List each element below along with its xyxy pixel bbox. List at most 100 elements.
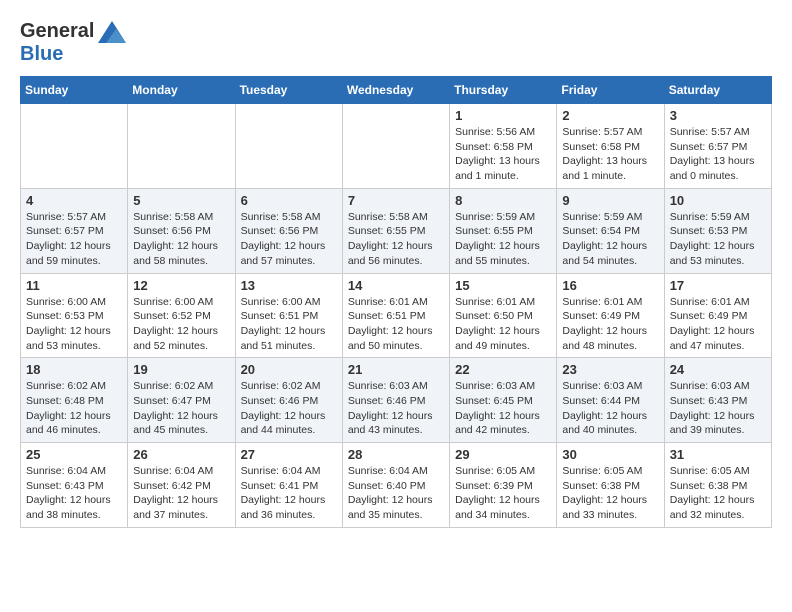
day-number: 28 — [348, 447, 444, 462]
day-number: 2 — [562, 108, 658, 123]
day-info: Sunrise: 5:57 AM Sunset: 6:58 PM Dayligh… — [562, 125, 658, 184]
calendar-header-row: SundayMondayTuesdayWednesdayThursdayFrid… — [21, 77, 772, 104]
calendar-cell: 18 Sunrise: 6:02 AM Sunset: 6:48 PM Dayli… — [21, 358, 128, 443]
calendar-cell: 13 Sunrise: 6:00 AM Sunset: 6:51 PM Dayli… — [235, 273, 342, 358]
calendar-week-row: 11 Sunrise: 6:00 AM Sunset: 6:53 PM Dayli… — [21, 273, 772, 358]
calendar-cell: 8 Sunrise: 5:59 AM Sunset: 6:55 PM Daylig… — [450, 188, 557, 273]
day-info: Sunrise: 6:04 AM Sunset: 6:40 PM Dayligh… — [348, 464, 444, 523]
calendar-cell: 27 Sunrise: 6:04 AM Sunset: 6:41 PM Dayli… — [235, 443, 342, 528]
day-info: Sunrise: 6:02 AM Sunset: 6:47 PM Dayligh… — [133, 379, 229, 438]
day-info: Sunrise: 6:02 AM Sunset: 6:46 PM Dayligh… — [241, 379, 337, 438]
calendar-cell: 10 Sunrise: 5:59 AM Sunset: 6:53 PM Dayli… — [664, 188, 771, 273]
day-number: 8 — [455, 193, 551, 208]
calendar-cell: 21Sunrise: 6:03 AM Sunset: 6:46 PM Dayli… — [342, 358, 449, 443]
calendar-cell — [128, 104, 235, 189]
day-number: 29 — [455, 447, 551, 462]
day-number: 4 — [26, 193, 122, 208]
day-number: 18 — [26, 362, 122, 377]
calendar-cell: 4 Sunrise: 5:57 AM Sunset: 6:57 PM Daylig… — [21, 188, 128, 273]
logo-general-text: General — [20, 20, 94, 43]
day-info: Sunrise: 6:01 AM Sunset: 6:51 PM Dayligh… — [348, 295, 444, 354]
day-info: Sunrise: 5:56 AM Sunset: 6:58 PM Dayligh… — [455, 125, 551, 184]
calendar-cell: 9Sunrise: 5:59 AM Sunset: 6:54 PM Daylig… — [557, 188, 664, 273]
day-number: 6 — [241, 193, 337, 208]
day-info: Sunrise: 5:58 AM Sunset: 6:55 PM Dayligh… — [348, 210, 444, 269]
day-number: 24 — [670, 362, 766, 377]
day-number: 20 — [241, 362, 337, 377]
calendar-cell: 6 Sunrise: 5:58 AM Sunset: 6:56 PM Daylig… — [235, 188, 342, 273]
calendar-cell: 12Sunrise: 6:00 AM Sunset: 6:52 PM Dayli… — [128, 273, 235, 358]
day-number: 22 — [455, 362, 551, 377]
day-info: Sunrise: 6:02 AM Sunset: 6:48 PM Dayligh… — [26, 379, 122, 438]
calendar-week-row: 18 Sunrise: 6:02 AM Sunset: 6:48 PM Dayli… — [21, 358, 772, 443]
day-info: Sunrise: 6:04 AM Sunset: 6:42 PM Dayligh… — [133, 464, 229, 523]
calendar-week-row: 25 Sunrise: 6:04 AM Sunset: 6:43 PM Dayli… — [21, 443, 772, 528]
logo-blue-text: Blue — [20, 43, 63, 65]
calendar-cell: 26 Sunrise: 6:04 AM Sunset: 6:42 PM Dayli… — [128, 443, 235, 528]
day-number: 19 — [133, 362, 229, 377]
day-info: Sunrise: 5:57 AM Sunset: 6:57 PM Dayligh… — [670, 125, 766, 184]
day-number: 25 — [26, 447, 122, 462]
day-number: 1 — [455, 108, 551, 123]
calendar-cell: 25 Sunrise: 6:04 AM Sunset: 6:43 PM Dayli… — [21, 443, 128, 528]
day-info: Sunrise: 6:03 AM Sunset: 6:44 PM Dayligh… — [562, 379, 658, 438]
day-info: Sunrise: 5:59 AM Sunset: 6:54 PM Dayligh… — [562, 210, 658, 269]
calendar-cell: 30 Sunrise: 6:05 AM Sunset: 6:38 PM Dayli… — [557, 443, 664, 528]
day-info: Sunrise: 5:59 AM Sunset: 6:53 PM Dayligh… — [670, 210, 766, 269]
day-info: Sunrise: 6:05 AM Sunset: 6:38 PM Dayligh… — [562, 464, 658, 523]
day-number: 30 — [562, 447, 658, 462]
calendar-cell: 31Sunrise: 6:05 AM Sunset: 6:38 PM Dayli… — [664, 443, 771, 528]
day-info: Sunrise: 6:00 AM Sunset: 6:51 PM Dayligh… — [241, 295, 337, 354]
calendar-week-row: 1 Sunrise: 5:56 AM Sunset: 6:58 PM Daylig… — [21, 104, 772, 189]
day-number: 14 — [348, 278, 444, 293]
day-number: 26 — [133, 447, 229, 462]
day-number: 23 — [562, 362, 658, 377]
page-header: General Blue — [20, 20, 772, 66]
day-info: Sunrise: 5:59 AM Sunset: 6:55 PM Dayligh… — [455, 210, 551, 269]
day-info: Sunrise: 6:05 AM Sunset: 6:38 PM Dayligh… — [670, 464, 766, 523]
calendar-cell: 22Sunrise: 6:03 AM Sunset: 6:45 PM Dayli… — [450, 358, 557, 443]
calendar-cell: 16 Sunrise: 6:01 AM Sunset: 6:49 PM Dayli… — [557, 273, 664, 358]
day-number: 27 — [241, 447, 337, 462]
day-number: 16 — [562, 278, 658, 293]
day-info: Sunrise: 6:05 AM Sunset: 6:39 PM Dayligh… — [455, 464, 551, 523]
calendar-cell: 2 Sunrise: 5:57 AM Sunset: 6:58 PM Daylig… — [557, 104, 664, 189]
calendar-cell: 24 Sunrise: 6:03 AM Sunset: 6:43 PM Dayli… — [664, 358, 771, 443]
day-info: Sunrise: 5:58 AM Sunset: 6:56 PM Dayligh… — [241, 210, 337, 269]
day-of-week-header: Sunday — [21, 77, 128, 104]
day-info: Sunrise: 6:03 AM Sunset: 6:43 PM Dayligh… — [670, 379, 766, 438]
day-number: 12 — [133, 278, 229, 293]
calendar-cell — [342, 104, 449, 189]
day-info: Sunrise: 6:04 AM Sunset: 6:43 PM Dayligh… — [26, 464, 122, 523]
calendar-cell: 15 Sunrise: 6:01 AM Sunset: 6:50 PM Dayli… — [450, 273, 557, 358]
day-info: Sunrise: 6:00 AM Sunset: 6:53 PM Dayligh… — [26, 295, 122, 354]
day-of-week-header: Wednesday — [342, 77, 449, 104]
calendar-week-row: 4 Sunrise: 5:57 AM Sunset: 6:57 PM Daylig… — [21, 188, 772, 273]
calendar-cell: 1 Sunrise: 5:56 AM Sunset: 6:58 PM Daylig… — [450, 104, 557, 189]
day-number: 11 — [26, 278, 122, 293]
day-number: 10 — [670, 193, 766, 208]
day-info: Sunrise: 6:01 AM Sunset: 6:50 PM Dayligh… — [455, 295, 551, 354]
calendar-cell: 17Sunrise: 6:01 AM Sunset: 6:49 PM Dayli… — [664, 273, 771, 358]
day-info: Sunrise: 5:58 AM Sunset: 6:56 PM Dayligh… — [133, 210, 229, 269]
day-of-week-header: Tuesday — [235, 77, 342, 104]
day-info: Sunrise: 6:04 AM Sunset: 6:41 PM Dayligh… — [241, 464, 337, 523]
day-of-week-header: Monday — [128, 77, 235, 104]
day-info: Sunrise: 6:01 AM Sunset: 6:49 PM Dayligh… — [562, 295, 658, 354]
day-number: 7 — [348, 193, 444, 208]
calendar-cell — [21, 104, 128, 189]
calendar-cell: 19 Sunrise: 6:02 AM Sunset: 6:47 PM Dayli… — [128, 358, 235, 443]
calendar-table: SundayMondayTuesdayWednesdayThursdayFrid… — [20, 76, 772, 528]
day-of-week-header: Thursday — [450, 77, 557, 104]
calendar-cell: 29 Sunrise: 6:05 AM Sunset: 6:39 PM Dayli… — [450, 443, 557, 528]
calendar-cell: 5Sunrise: 5:58 AM Sunset: 6:56 PM Daylig… — [128, 188, 235, 273]
day-info: Sunrise: 5:57 AM Sunset: 6:57 PM Dayligh… — [26, 210, 122, 269]
day-number: 13 — [241, 278, 337, 293]
calendar-cell: 3Sunrise: 5:57 AM Sunset: 6:57 PM Daylig… — [664, 104, 771, 189]
calendar-cell: 7 Sunrise: 5:58 AM Sunset: 6:55 PM Daylig… — [342, 188, 449, 273]
day-number: 15 — [455, 278, 551, 293]
day-number: 21 — [348, 362, 444, 377]
calendar-cell: 28 Sunrise: 6:04 AM Sunset: 6:40 PM Dayli… — [342, 443, 449, 528]
calendar-cell: 14 Sunrise: 6:01 AM Sunset: 6:51 PM Dayli… — [342, 273, 449, 358]
calendar-cell — [235, 104, 342, 189]
